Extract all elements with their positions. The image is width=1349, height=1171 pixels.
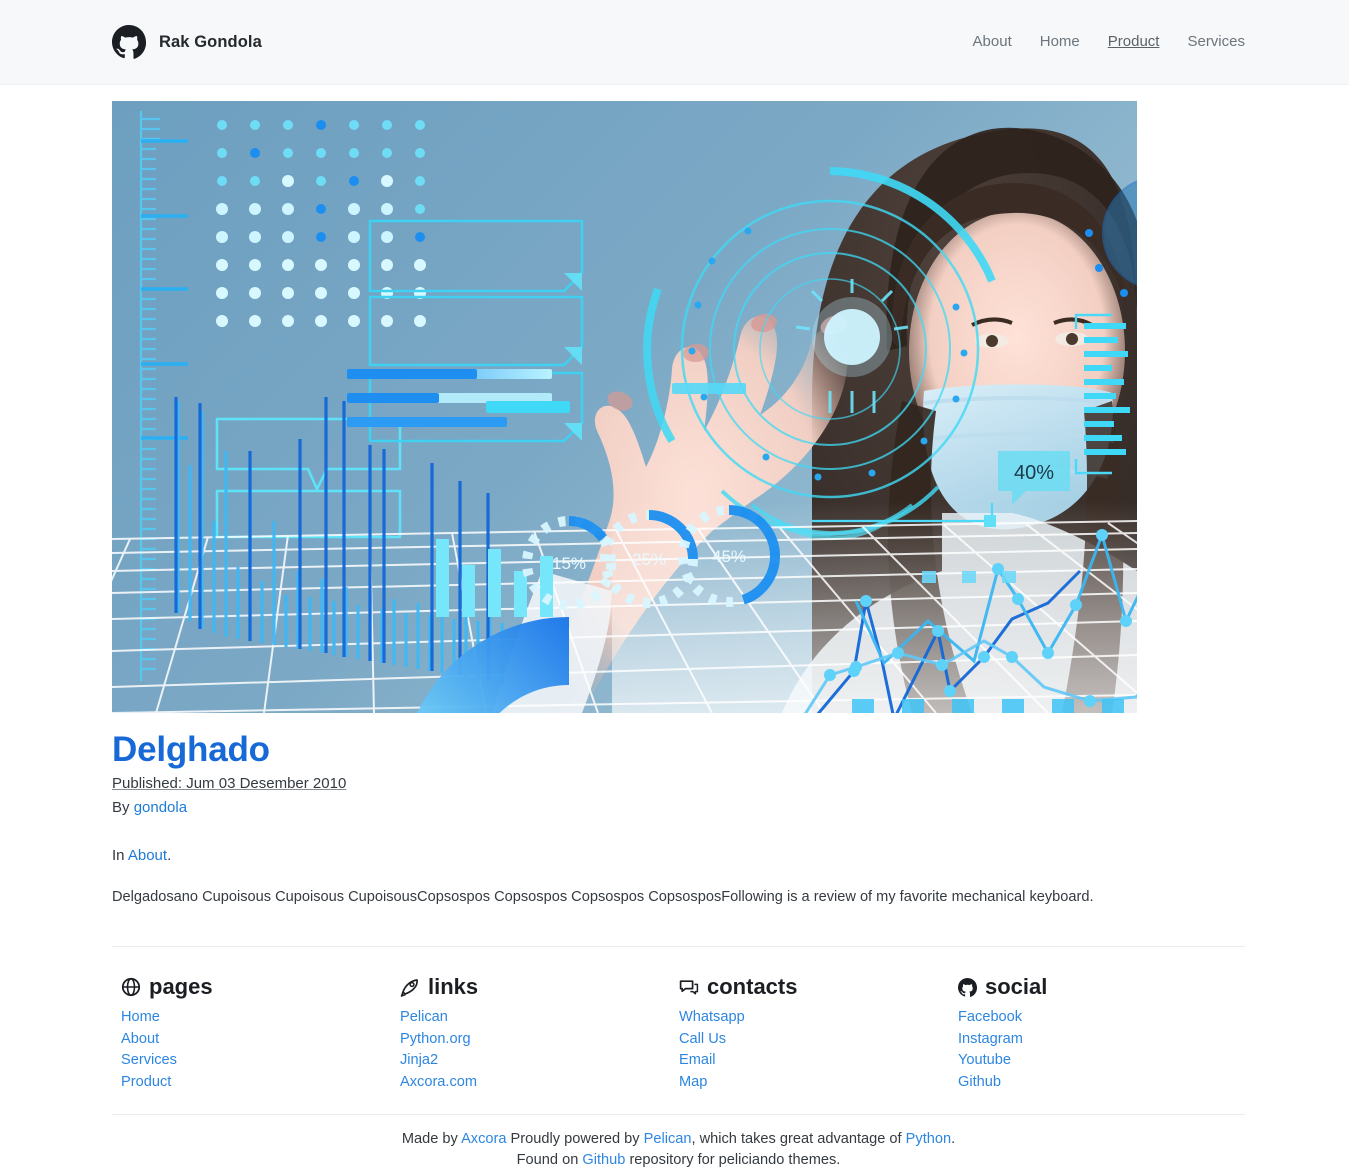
list-item: About [121, 1030, 400, 1048]
footer-column-links-title: links [428, 974, 479, 1000]
brand[interactable]: Rak Gondola [112, 25, 262, 59]
footer-link-map[interactable]: Map [679, 1074, 707, 1090]
nav-link-home[interactable]: Home [1040, 33, 1080, 51]
advantage-end: . [951, 1131, 956, 1148]
list-item: Services [121, 1051, 400, 1069]
footer-link-axcora-com[interactable]: Axcora.com [400, 1074, 477, 1090]
svg-text:40%: 40% [1014, 462, 1054, 484]
list-item: Facebook [958, 1008, 1237, 1026]
post-category: In About. [112, 847, 1237, 864]
footer-link-call-us[interactable]: Call Us [679, 1031, 726, 1047]
colophon: Made by Axcora Proudly powered by Pelica… [112, 1129, 1245, 1171]
footer-column-contacts-title: contacts [707, 974, 798, 1000]
post-author: By gondola [112, 799, 1237, 816]
colophon-line-2: Found on Github repository for peliciand… [112, 1150, 1245, 1171]
author-link[interactable]: gondola [134, 799, 187, 816]
post-body: Delgadosano Cupoisous Cupoisous Cupoisou… [112, 889, 1094, 906]
footer-column-pages-title: pages [149, 974, 213, 1000]
list-item: Product [121, 1073, 400, 1091]
github-octocat-icon [112, 25, 146, 59]
footer-link-product[interactable]: Product [121, 1074, 171, 1090]
nav-link-services[interactable]: Services [1187, 33, 1245, 51]
footer-column-pages-heading: pages [121, 974, 400, 1000]
footer-divider-top [112, 946, 1245, 948]
hero-image: 15% 25% 45% 40% [112, 101, 1137, 713]
footer-link-pelican[interactable]: Pelican [400, 1009, 448, 1025]
list-item: Call Us [679, 1030, 958, 1048]
footer-column-contacts: contacts Whatsapp Call Us Email Map [679, 974, 958, 1094]
footer-link-about[interactable]: About [121, 1031, 159, 1047]
by-label: By [112, 799, 130, 817]
hero-gauge-15: 15% [552, 554, 586, 573]
footer-column-social-title: social [985, 974, 1048, 1000]
footer-column-social: social Facebook Instagram Youtube Github [958, 974, 1237, 1094]
colophon-line-1: Made by Axcora Proudly powered by Pelica… [112, 1129, 1245, 1150]
brand-name: Rak Gondola [159, 32, 262, 51]
colophon-link-axcora[interactable]: Axcora [461, 1131, 506, 1147]
list-item: Instagram [958, 1030, 1237, 1048]
page-title: Delghado [112, 730, 270, 769]
footer-link-email[interactable]: Email [679, 1052, 716, 1068]
footer-column-contacts-heading: contacts [679, 974, 958, 1000]
globe-icon [121, 977, 141, 997]
post-published-date: Published: Jum 03 Desember 2010 [112, 775, 347, 793]
nav-link-product[interactable]: Product [1108, 33, 1160, 51]
category-period: . [167, 847, 172, 865]
footer-link-services[interactable]: Services [121, 1052, 177, 1068]
list-item: Whatsapp [679, 1008, 958, 1026]
list-item: Jinja2 [400, 1051, 679, 1069]
list-item: Email [679, 1051, 958, 1069]
list-item: Python.org [400, 1030, 679, 1048]
hero-gauge-45: 45% [712, 547, 746, 566]
colophon-link-github[interactable]: Github [582, 1152, 625, 1168]
chat-bubble-icon [679, 977, 699, 997]
footer-divider-bottom [112, 1114, 1245, 1116]
main-nav: About Home Product Services [973, 33, 1245, 51]
footer-link-instagram[interactable]: Instagram [958, 1031, 1023, 1047]
nav-link-about[interactable]: About [973, 33, 1012, 51]
footer-link-jinja2[interactable]: Jinja2 [400, 1052, 438, 1068]
footer-column-links-heading: links [400, 974, 679, 1000]
footer-link-facebook[interactable]: Facebook [958, 1009, 1022, 1025]
advantage-label: , which takes great advantage of [691, 1131, 902, 1148]
site-header: Rak Gondola About Home Product Services [0, 0, 1349, 85]
footer-link-home[interactable]: Home [121, 1009, 160, 1025]
found-end: repository for peliciando themes. [629, 1152, 841, 1169]
footer-link-python-org[interactable]: Python.org [400, 1031, 471, 1047]
footer-link-youtube[interactable]: Youtube [958, 1052, 1011, 1068]
in-label: In [112, 847, 125, 865]
hero-gauge-25: 25% [632, 550, 666, 569]
footer-column-social-heading: social [958, 974, 1237, 1000]
list-item: Youtube [958, 1051, 1237, 1069]
footer-column-pages: pages Home About Services Product [121, 974, 400, 1094]
made-by-label: Made by [401, 1131, 458, 1148]
footer-column-links: links Pelican Python.org Jinja2 Axcora.c… [400, 974, 679, 1094]
list-item: Home [121, 1008, 400, 1026]
list-item: Map [679, 1073, 958, 1091]
footer-columns: pages Home About Services Product links [112, 974, 1237, 1094]
list-item: Pelican [400, 1008, 679, 1026]
colophon-link-python[interactable]: Python [906, 1131, 951, 1147]
footer-link-whatsapp[interactable]: Whatsapp [679, 1009, 745, 1025]
github-icon [958, 977, 977, 997]
powered-label: Proudly powered by [510, 1131, 640, 1148]
colophon-link-pelican[interactable]: Pelican [644, 1131, 692, 1147]
list-item: Github [958, 1073, 1237, 1091]
page-container: 15% 25% 45% 40% Delghado Published: Jum … [0, 101, 1349, 1171]
category-link[interactable]: About [128, 847, 167, 864]
found-label: Found on [516, 1152, 579, 1169]
footer-link-github[interactable]: Github [958, 1074, 1001, 1090]
rocket-icon [400, 977, 420, 997]
list-item: Axcora.com [400, 1073, 679, 1091]
